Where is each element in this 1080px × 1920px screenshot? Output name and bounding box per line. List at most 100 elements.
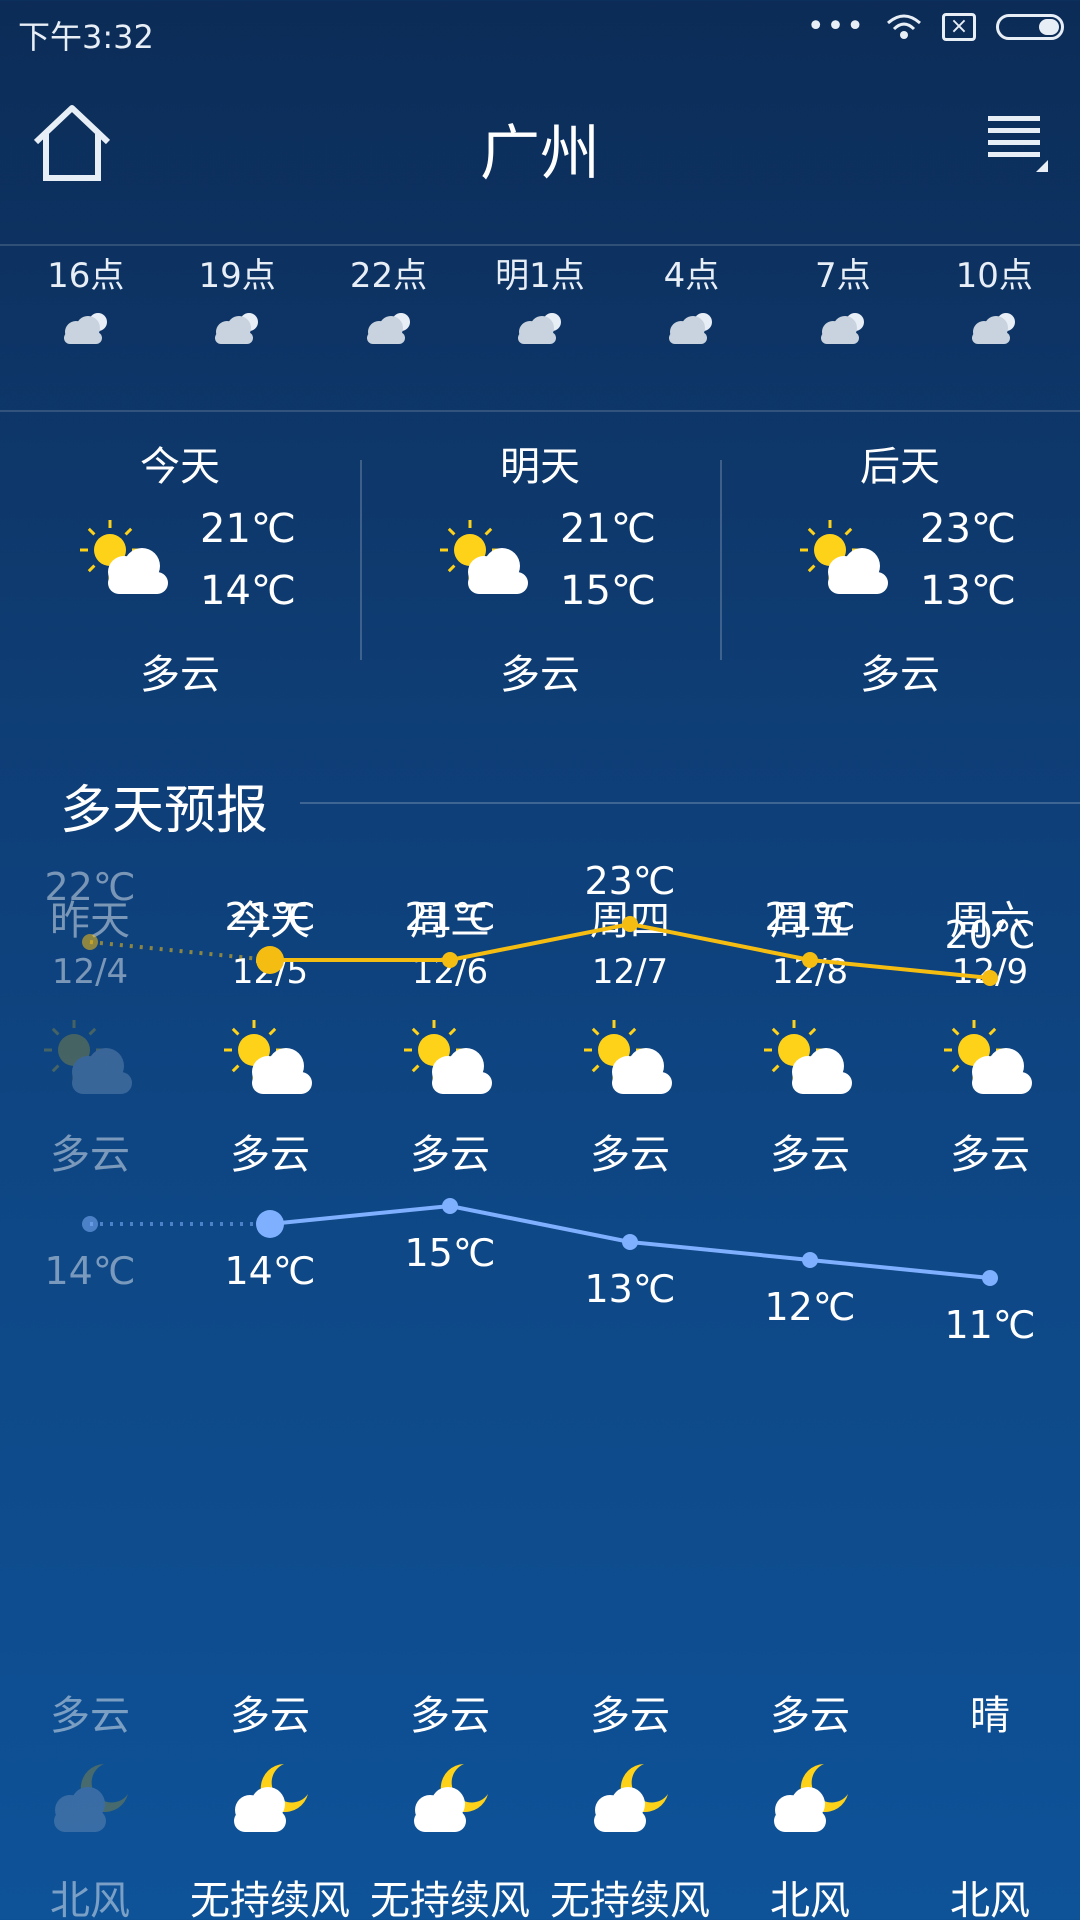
hour-label: 4点 xyxy=(663,256,720,296)
forecast-columns: 昨天 12/4 多云 多云 北风 今天 12/5 多云 多云 无持续风 周三 1… xyxy=(0,738,1080,1920)
day-low-temp: 15℃ xyxy=(560,568,656,614)
forecast-wind: 北风 xyxy=(770,1878,850,1920)
status-icons: ••• × xyxy=(807,12,1064,42)
hour-item: 16点 xyxy=(16,248,156,408)
forecast-night-condition: 多云 xyxy=(770,1693,850,1739)
forecast-night-condition: 晴 xyxy=(970,1693,1010,1739)
forecast-day: 周五 12/8 多云 多云 北风 xyxy=(720,738,900,1920)
hour-label: 明1点 xyxy=(495,256,585,296)
hour-label: 22点 xyxy=(349,256,428,296)
hour-item: 22点 xyxy=(319,248,459,408)
status-bar: 下午3:32 ••• × xyxy=(0,0,1080,64)
day-summary: 今天 21℃ 14℃ 多云 xyxy=(0,420,360,720)
wifi-icon xyxy=(887,14,921,39)
partly-cloudy-icon xyxy=(800,520,888,594)
forecast-day-name: 周六 xyxy=(950,898,1030,944)
hour-label: 19点 xyxy=(198,256,276,296)
moon-icon xyxy=(962,1762,998,1834)
day-summary: 后天 23℃ 13℃ 多云 xyxy=(720,420,1080,720)
three-day-summary: 今天 21℃ 14℃ 多云 明天 21℃ 15℃ 多云 后天 23℃ 13℃ 多… xyxy=(0,420,1080,720)
forecast-wind: 北风 xyxy=(950,1878,1030,1920)
forecast-day-condition: 多云 xyxy=(950,1132,1030,1178)
cloudy-icon xyxy=(63,313,107,344)
header: 广州 xyxy=(0,80,1080,220)
day-low-temp: 13℃ xyxy=(920,568,1016,614)
partly-cloudy-icon xyxy=(764,1020,852,1094)
forecast-day-condition: 多云 xyxy=(590,1132,670,1178)
day-condition: 多云 xyxy=(860,652,940,698)
forecast-wind: 无持续风 xyxy=(370,1878,530,1920)
day-high-temp: 21℃ xyxy=(560,506,656,552)
battery-icon xyxy=(996,14,1064,40)
forecast-day: 昨天 12/4 多云 多云 北风 xyxy=(0,738,180,1920)
cloudy-icon xyxy=(366,313,410,344)
partly-cloudy-icon xyxy=(224,1020,312,1094)
forecast-day: 今天 12/5 多云 多云 无持续风 xyxy=(180,738,360,1920)
forecast-night-condition: 多云 xyxy=(410,1693,490,1739)
partly-cloudy-icon xyxy=(944,1020,1032,1094)
hour-label: 10点 xyxy=(955,256,1033,296)
cloudy-icon xyxy=(517,313,561,344)
forecast-date: 12/5 xyxy=(231,952,309,992)
forecast-day-condition: 多云 xyxy=(410,1132,490,1178)
hour-item: 10点 xyxy=(924,248,1064,408)
partly-cloudy-icon xyxy=(584,1020,672,1094)
partly-cloudy-icon xyxy=(44,1020,132,1094)
cloudy-icon xyxy=(669,313,713,344)
sim-x-icon: × xyxy=(942,13,976,41)
cloudy-night-icon xyxy=(774,1764,848,1832)
status-time: 下午3:32 xyxy=(18,18,154,56)
day-name: 今天 xyxy=(140,444,220,490)
hour-item: 7点 xyxy=(773,248,913,408)
forecast-date: 12/6 xyxy=(411,952,489,992)
forecast-night-condition: 多云 xyxy=(230,1693,310,1739)
cloudy-icon xyxy=(972,313,1016,344)
forecast-day-name: 昨天 xyxy=(50,898,130,944)
day-high-temp: 21℃ xyxy=(200,506,296,552)
forecast-day-name: 周三 xyxy=(410,898,490,944)
partly-cloudy-icon xyxy=(404,1020,492,1094)
cloudy-night-icon xyxy=(594,1764,668,1832)
day-low-temp: 14℃ xyxy=(200,568,296,614)
forecast-wind: 北风 xyxy=(50,1878,130,1920)
forecast-night-condition: 多云 xyxy=(590,1693,670,1739)
cloudy-night-icon xyxy=(234,1764,308,1832)
day-high-temp: 23℃ xyxy=(920,506,1016,552)
forecast-day-name: 周四 xyxy=(590,898,670,944)
cloudy-icon xyxy=(820,313,864,344)
day-name: 明天 xyxy=(500,444,580,490)
multi-day-forecast: 多天预报 昨天 12/4 多云 多云 北风 今天 12/5 多云 多云 无持续风… xyxy=(0,738,1080,1920)
forecast-day: 周三 12/6 多云 多云 无持续风 xyxy=(360,738,540,1920)
forecast-day-name: 今天 xyxy=(230,898,310,944)
forecast-wind: 无持续风 xyxy=(190,1878,350,1920)
forecast-day-condition: 多云 xyxy=(770,1132,850,1178)
forecast-wind: 无持续风 xyxy=(550,1878,710,1920)
hourly-divider xyxy=(0,410,1080,412)
forecast-day-condition: 多云 xyxy=(230,1132,310,1178)
hour-item: 19点 xyxy=(167,248,307,408)
partly-cloudy-icon xyxy=(440,520,528,594)
menu-icon[interactable] xyxy=(986,110,1050,174)
day-name: 后天 xyxy=(860,444,940,490)
day-summary: 明天 21℃ 15℃ 多云 xyxy=(360,420,720,720)
forecast-date: 12/4 xyxy=(51,952,129,992)
hourly-forecast[interactable]: 16点 19点 22点 明1点 4点 7点 10点 xyxy=(0,248,1080,408)
forecast-date: 12/7 xyxy=(591,952,669,992)
hour-label: 16点 xyxy=(47,256,125,296)
day-condition: 多云 xyxy=(500,652,580,698)
city-title[interactable]: 广州 xyxy=(0,105,1080,192)
hour-label: 7点 xyxy=(814,256,871,296)
header-divider xyxy=(0,244,1080,246)
cloudy-night-icon xyxy=(414,1764,488,1832)
forecast-night-condition: 多云 xyxy=(50,1693,130,1739)
forecast-date: 12/9 xyxy=(951,952,1029,992)
signal-dots-icon: ••• xyxy=(806,9,866,44)
hour-item: 4点 xyxy=(621,248,761,408)
forecast-day-name: 周五 xyxy=(770,898,850,944)
cloudy-icon xyxy=(215,313,259,344)
forecast-date: 12/8 xyxy=(771,952,849,992)
forecast-day: 周四 12/7 多云 多云 无持续风 xyxy=(540,738,720,1920)
forecast-day-condition: 多云 xyxy=(50,1132,130,1178)
hour-item: 明1点 xyxy=(470,248,610,408)
partly-cloudy-icon xyxy=(80,520,168,594)
